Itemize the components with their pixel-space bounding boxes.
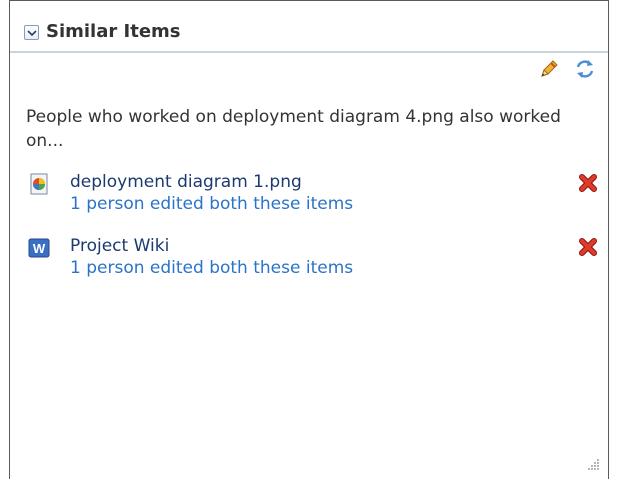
intro-text: People who worked on deployment diagram …: [26, 107, 561, 151]
red-x-icon[interactable]: [578, 237, 598, 257]
list-item: deployment diagram 1.png 1 person edited…: [26, 171, 598, 227]
pencil-icon[interactable]: [538, 58, 560, 80]
item-subtitle-link[interactable]: 1 person edited both these items: [70, 257, 353, 279]
wiki-icon: W: [28, 238, 50, 258]
svg-text:W: W: [33, 241, 46, 256]
red-x-icon[interactable]: [578, 173, 598, 193]
panel-header: Similar Items: [10, 1, 608, 53]
item-title-link[interactable]: Project Wiki: [70, 235, 169, 257]
item-title-link[interactable]: deployment diagram 1.png: [70, 171, 302, 193]
similar-items-panel: Similar Items People who worked on deplo…: [9, 0, 609, 479]
chevron-down-icon[interactable]: [24, 25, 39, 40]
panel-toolbar: [538, 57, 596, 81]
item-subtitle-link[interactable]: 1 person edited both these items: [70, 193, 353, 215]
resize-grip-icon[interactable]: [586, 457, 600, 471]
list-item: W Project Wiki 1 person edited both thes…: [26, 235, 598, 291]
panel-title: Similar Items: [46, 21, 181, 42]
refresh-icon[interactable]: [574, 58, 596, 80]
image-file-icon: [30, 173, 48, 195]
